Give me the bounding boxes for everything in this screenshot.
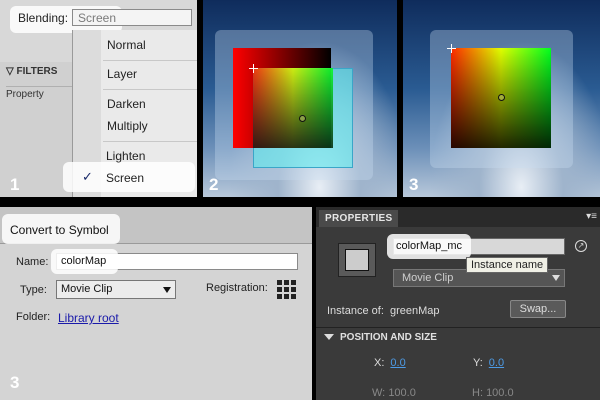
convert-to-symbol-dialog: Convert to Symbol Name: colorMap Type: M… (0, 207, 312, 400)
instance-name-value: colorMap_mc (396, 240, 463, 252)
section-title: POSITION AND SIZE (340, 332, 437, 343)
crosshair-icon (249, 64, 258, 73)
w-field[interactable]: W: 100.0 (372, 387, 416, 399)
h-label: H: (472, 387, 483, 399)
menu-separator (103, 89, 197, 90)
instance-name-tooltip: Instance name (466, 257, 549, 273)
property-column-header: Property (6, 86, 72, 100)
swap-button[interactable]: Swap... (510, 300, 566, 318)
type-value: Movie Clip (61, 283, 113, 295)
reg-point[interactable] (291, 294, 296, 299)
filters-header[interactable]: ▽ FILTERS (6, 66, 57, 77)
y-label: Y: (473, 357, 483, 369)
instance-of-value: greenMap (390, 305, 440, 317)
x-label: X: (374, 357, 385, 369)
reg-point[interactable] (284, 287, 289, 292)
w-label: W: (372, 387, 386, 399)
menu-item-darken[interactable]: Darken (107, 97, 146, 111)
filters-label: FILTERS (16, 66, 58, 77)
check-icon: ✓ (82, 169, 93, 184)
reg-point[interactable] (277, 294, 282, 299)
panel-menu-icon[interactable]: ▾≡ (586, 211, 597, 222)
x-value[interactable]: 0.0 (390, 357, 405, 369)
reg-point[interactable] (277, 287, 282, 292)
type-select[interactable]: Movie Clip (56, 280, 176, 299)
name-value: colorMap (61, 255, 107, 267)
x-field[interactable]: X: 0.0 (374, 357, 406, 369)
menu-separator (103, 60, 197, 61)
type-label: Type: (20, 284, 47, 296)
symbol-type-value: Movie Clip (402, 272, 454, 284)
y-value[interactable]: 0.0 (489, 357, 504, 369)
instance-of-label: Instance of: greenMap (327, 305, 440, 317)
registration-grid[interactable] (277, 280, 296, 299)
properties-panel: PROPERTIES ▾≡ colorMap_mc ↗ Movie Clip I… (316, 207, 600, 400)
h-value[interactable]: 100.0 (486, 387, 514, 399)
registration-point-icon (498, 94, 505, 101)
position-size-header[interactable]: POSITION AND SIZE (324, 332, 437, 343)
blending-panel: Blending: Screen ▽ FILTERS Property Norm… (0, 0, 197, 197)
section-divider (316, 327, 600, 328)
step-number: 1 (10, 175, 20, 194)
collapse-triangle-icon (324, 334, 334, 341)
reg-point[interactable] (284, 280, 289, 285)
color-map[interactable] (253, 68, 333, 148)
name-label: Name: (16, 256, 49, 268)
step-number: 2 (209, 175, 219, 194)
blending-select[interactable]: Screen (72, 9, 192, 26)
w-value[interactable]: 100.0 (388, 387, 416, 399)
menu-item-lighten[interactable]: Lighten (106, 149, 145, 163)
menu-item-multiply[interactable]: Multiply (107, 119, 148, 133)
step-number: 3 (10, 373, 20, 392)
step-number: 3 (409, 175, 419, 194)
menu-item-normal[interactable]: Normal (107, 38, 146, 52)
chevron-down-icon (163, 287, 171, 293)
reg-point[interactable] (291, 280, 296, 285)
crosshair-icon (447, 44, 456, 53)
library-root-link[interactable]: Library root (58, 311, 119, 325)
reg-point[interactable] (291, 287, 296, 292)
menu-item-screen[interactable]: Screen (106, 171, 144, 185)
movie-clip-icon (338, 243, 376, 277)
registration-label: Registration: (206, 282, 268, 294)
registration-point-icon (299, 115, 306, 122)
link-icon[interactable]: ↗ (575, 240, 587, 252)
movie-clip-glyph (345, 249, 369, 271)
instance-of-caption: Instance of: (327, 305, 384, 317)
reg-point[interactable] (284, 294, 289, 299)
folder-label: Folder: (16, 311, 51, 323)
menu-separator (103, 141, 197, 142)
blending-label: Blending: (18, 11, 69, 25)
reg-point[interactable] (277, 280, 282, 285)
stage-preview-colormap: 3 (403, 0, 600, 197)
h-field[interactable]: H: 100.0 (472, 387, 514, 399)
tab-properties[interactable]: PROPERTIES (319, 210, 399, 227)
dialog-title: Convert to Symbol (10, 223, 109, 237)
menu-item-layer[interactable]: Layer (107, 67, 137, 81)
chevron-down-icon (552, 275, 560, 281)
stage-preview-screen: 2 (203, 0, 397, 197)
y-field[interactable]: Y: 0.0 (473, 357, 504, 369)
